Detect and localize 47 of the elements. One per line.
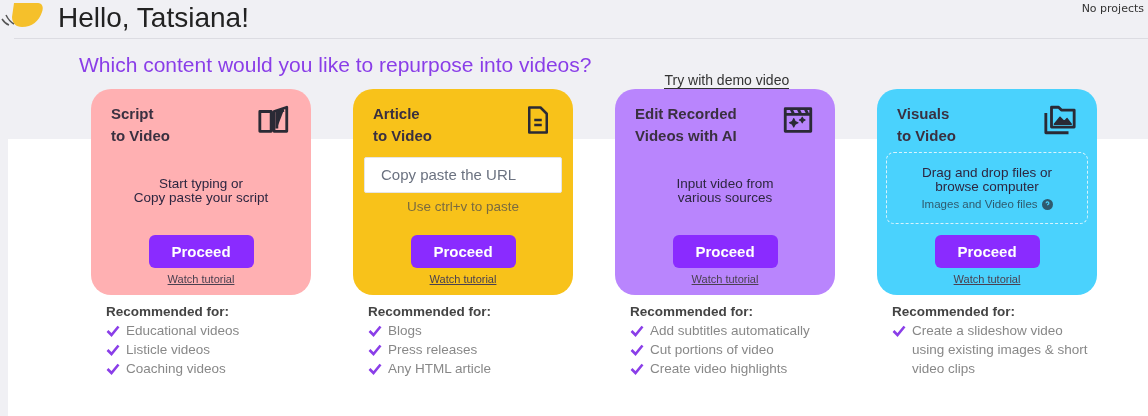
- card-title: Visuals to Video: [897, 104, 956, 146]
- recommended-item: Press releases: [388, 341, 479, 359]
- card-title: Article to Video: [373, 104, 432, 146]
- recommended-item: Add subtitles automatically: [650, 322, 811, 340]
- paste-hint: Use ctrl+v to paste: [406, 198, 520, 214]
- file-drop-zone[interactable]: Drag and drop files or browse computer Images and Video files: [886, 152, 1088, 224]
- watch-tutorial-link[interactable]: Watch tutorial: [167, 273, 235, 285]
- check-icon: [106, 344, 120, 356]
- watch-tutorial-link[interactable]: Watch tutorial: [953, 273, 1021, 285]
- check-icon: [106, 325, 120, 337]
- check-icon: [630, 363, 644, 375]
- recommended-item: Educational videos: [126, 322, 241, 340]
- image-folder-icon: [1043, 103, 1077, 137]
- watch-tutorial-link[interactable]: Watch tutorial: [429, 273, 497, 285]
- check-icon: [368, 344, 382, 356]
- file-types-hint: Images and Video files: [921, 198, 1038, 210]
- recommended-item: Create a slideshow video using existing images & short video clips: [912, 322, 1089, 378]
- check-icon: [630, 325, 644, 337]
- card-title: Edit Recorded Videos with AI: [635, 104, 737, 146]
- recommended-heading: Recommended for:: [630, 304, 755, 319]
- recommended-item: Create video highlights: [650, 360, 789, 378]
- section-question: Which content would you like to repurpose into videos?: [79, 53, 592, 77]
- recommended-item: Coaching videos: [126, 360, 227, 378]
- recommended-heading: Recommended for:: [368, 304, 493, 319]
- check-icon: [368, 325, 382, 337]
- card-description: Input video from various sources: [676, 177, 774, 205]
- url-input-field[interactable]: Copy paste the URL: [364, 156, 562, 193]
- card-description: Start typing or Copy paste your script: [133, 177, 269, 205]
- check-icon: [892, 325, 906, 337]
- watch-tutorial-link[interactable]: Watch tutorial: [691, 273, 759, 285]
- proceed-button[interactable]: Proceed: [934, 235, 1040, 268]
- card-title: Script to Video: [111, 104, 170, 146]
- check-icon: [106, 363, 120, 375]
- check-icon: [368, 363, 382, 375]
- recommended-item: Cut portions of video: [650, 341, 775, 359]
- recommended-heading: Recommended for:: [892, 304, 1017, 319]
- help-icon[interactable]: [1041, 198, 1053, 210]
- recommended-item: Blogs: [388, 322, 423, 340]
- proceed-button[interactable]: Proceed: [672, 235, 778, 268]
- projects-note: No projects: [1081, 2, 1144, 15]
- recommended-item: Listicle videos: [126, 341, 212, 359]
- proceed-button[interactable]: Proceed: [148, 235, 254, 268]
- greeting-title: Hello, Tatsiana!: [58, 2, 249, 34]
- recommended-heading: Recommended for:: [106, 304, 231, 319]
- proceed-button[interactable]: Proceed: [410, 235, 516, 268]
- recommended-item: Any HTML article: [388, 360, 493, 378]
- check-icon: [630, 344, 644, 356]
